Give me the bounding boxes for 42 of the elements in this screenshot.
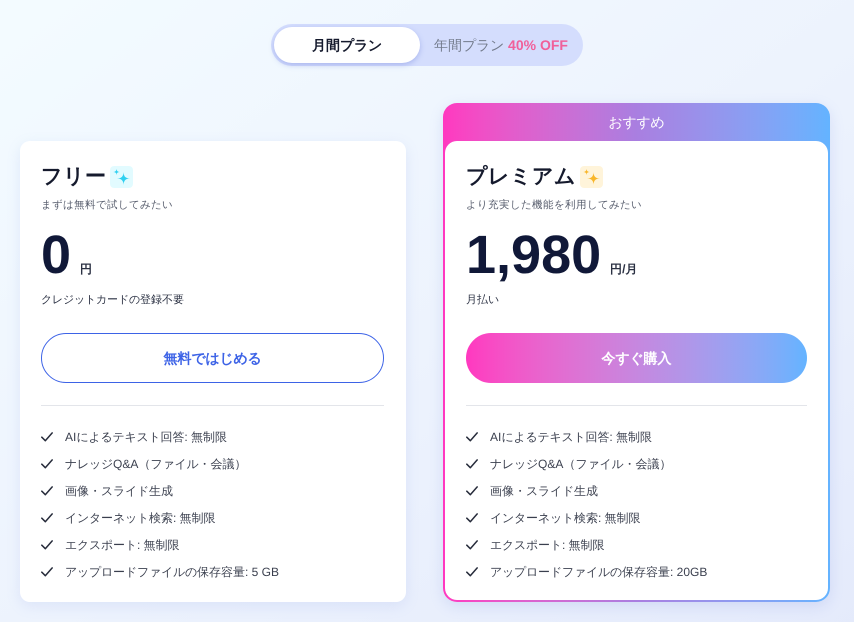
buy-now-button[interactable]: 今すぐ購入 xyxy=(466,333,807,383)
feature-label: ナレッジQ&A（ファイル・会議） xyxy=(490,456,672,472)
price-amount: 0 xyxy=(41,228,72,282)
check-icon xyxy=(466,567,478,577)
check-icon xyxy=(466,513,478,523)
price-unit: 円/月 xyxy=(610,261,638,278)
feature-label: インターネット検索: 無制限 xyxy=(490,510,641,526)
discount-label: 40% OFF xyxy=(508,36,568,54)
check-icon xyxy=(466,459,478,469)
feature-label: エクスポート: 無制限 xyxy=(490,537,605,553)
billing-tab[interactable]: 年間プラン 40% OFF xyxy=(420,27,580,63)
feature-label: AIによるテキスト回答: 無制限 xyxy=(490,429,652,445)
feature-label: 画像・スライド生成 xyxy=(65,483,173,499)
start-free-button[interactable]: 無料ではじめる xyxy=(41,333,384,383)
price-amount: 1,980 xyxy=(466,228,602,282)
feature-label: AIによるテキスト回答: 無制限 xyxy=(65,429,228,445)
check-icon xyxy=(41,540,53,550)
feature-label: ナレッジQ&A（ファイル・会議） xyxy=(65,456,246,472)
feature-label: インターネット検索: 無制限 xyxy=(65,510,216,526)
check-icon xyxy=(41,513,53,523)
check-icon xyxy=(41,432,53,442)
billing-tab[interactable]: 月間プラン xyxy=(274,27,420,63)
feature-label: アップロードファイルの保存容量: 5 GB xyxy=(65,564,280,580)
check-icon xyxy=(41,486,53,496)
check-icon xyxy=(466,540,478,550)
plan-tagline: より充実した機能を利用してみたい xyxy=(466,198,643,212)
check-icon xyxy=(466,486,478,496)
recommended-label: おすすめ xyxy=(608,112,666,132)
plan-tagline: まずは無料で試してみたい xyxy=(41,198,174,212)
feature-label: 画像・スライド生成 xyxy=(490,483,598,499)
price-note: クレジットカードの登録不要 xyxy=(41,293,185,308)
plan-name: プレミアム xyxy=(466,164,576,190)
check-icon xyxy=(41,459,53,469)
check-icon xyxy=(466,432,478,442)
feature-label: アップロードファイルの保存容量: 20GB xyxy=(490,564,708,580)
price-unit: 円 xyxy=(80,261,92,278)
feature-label: エクスポート: 無制限 xyxy=(65,537,180,553)
sparkle-icon xyxy=(580,166,603,188)
check-icon xyxy=(41,567,53,577)
price-note: 月払い xyxy=(466,293,500,308)
sparkle-icon xyxy=(110,166,133,188)
plan-name: フリー xyxy=(41,164,106,190)
